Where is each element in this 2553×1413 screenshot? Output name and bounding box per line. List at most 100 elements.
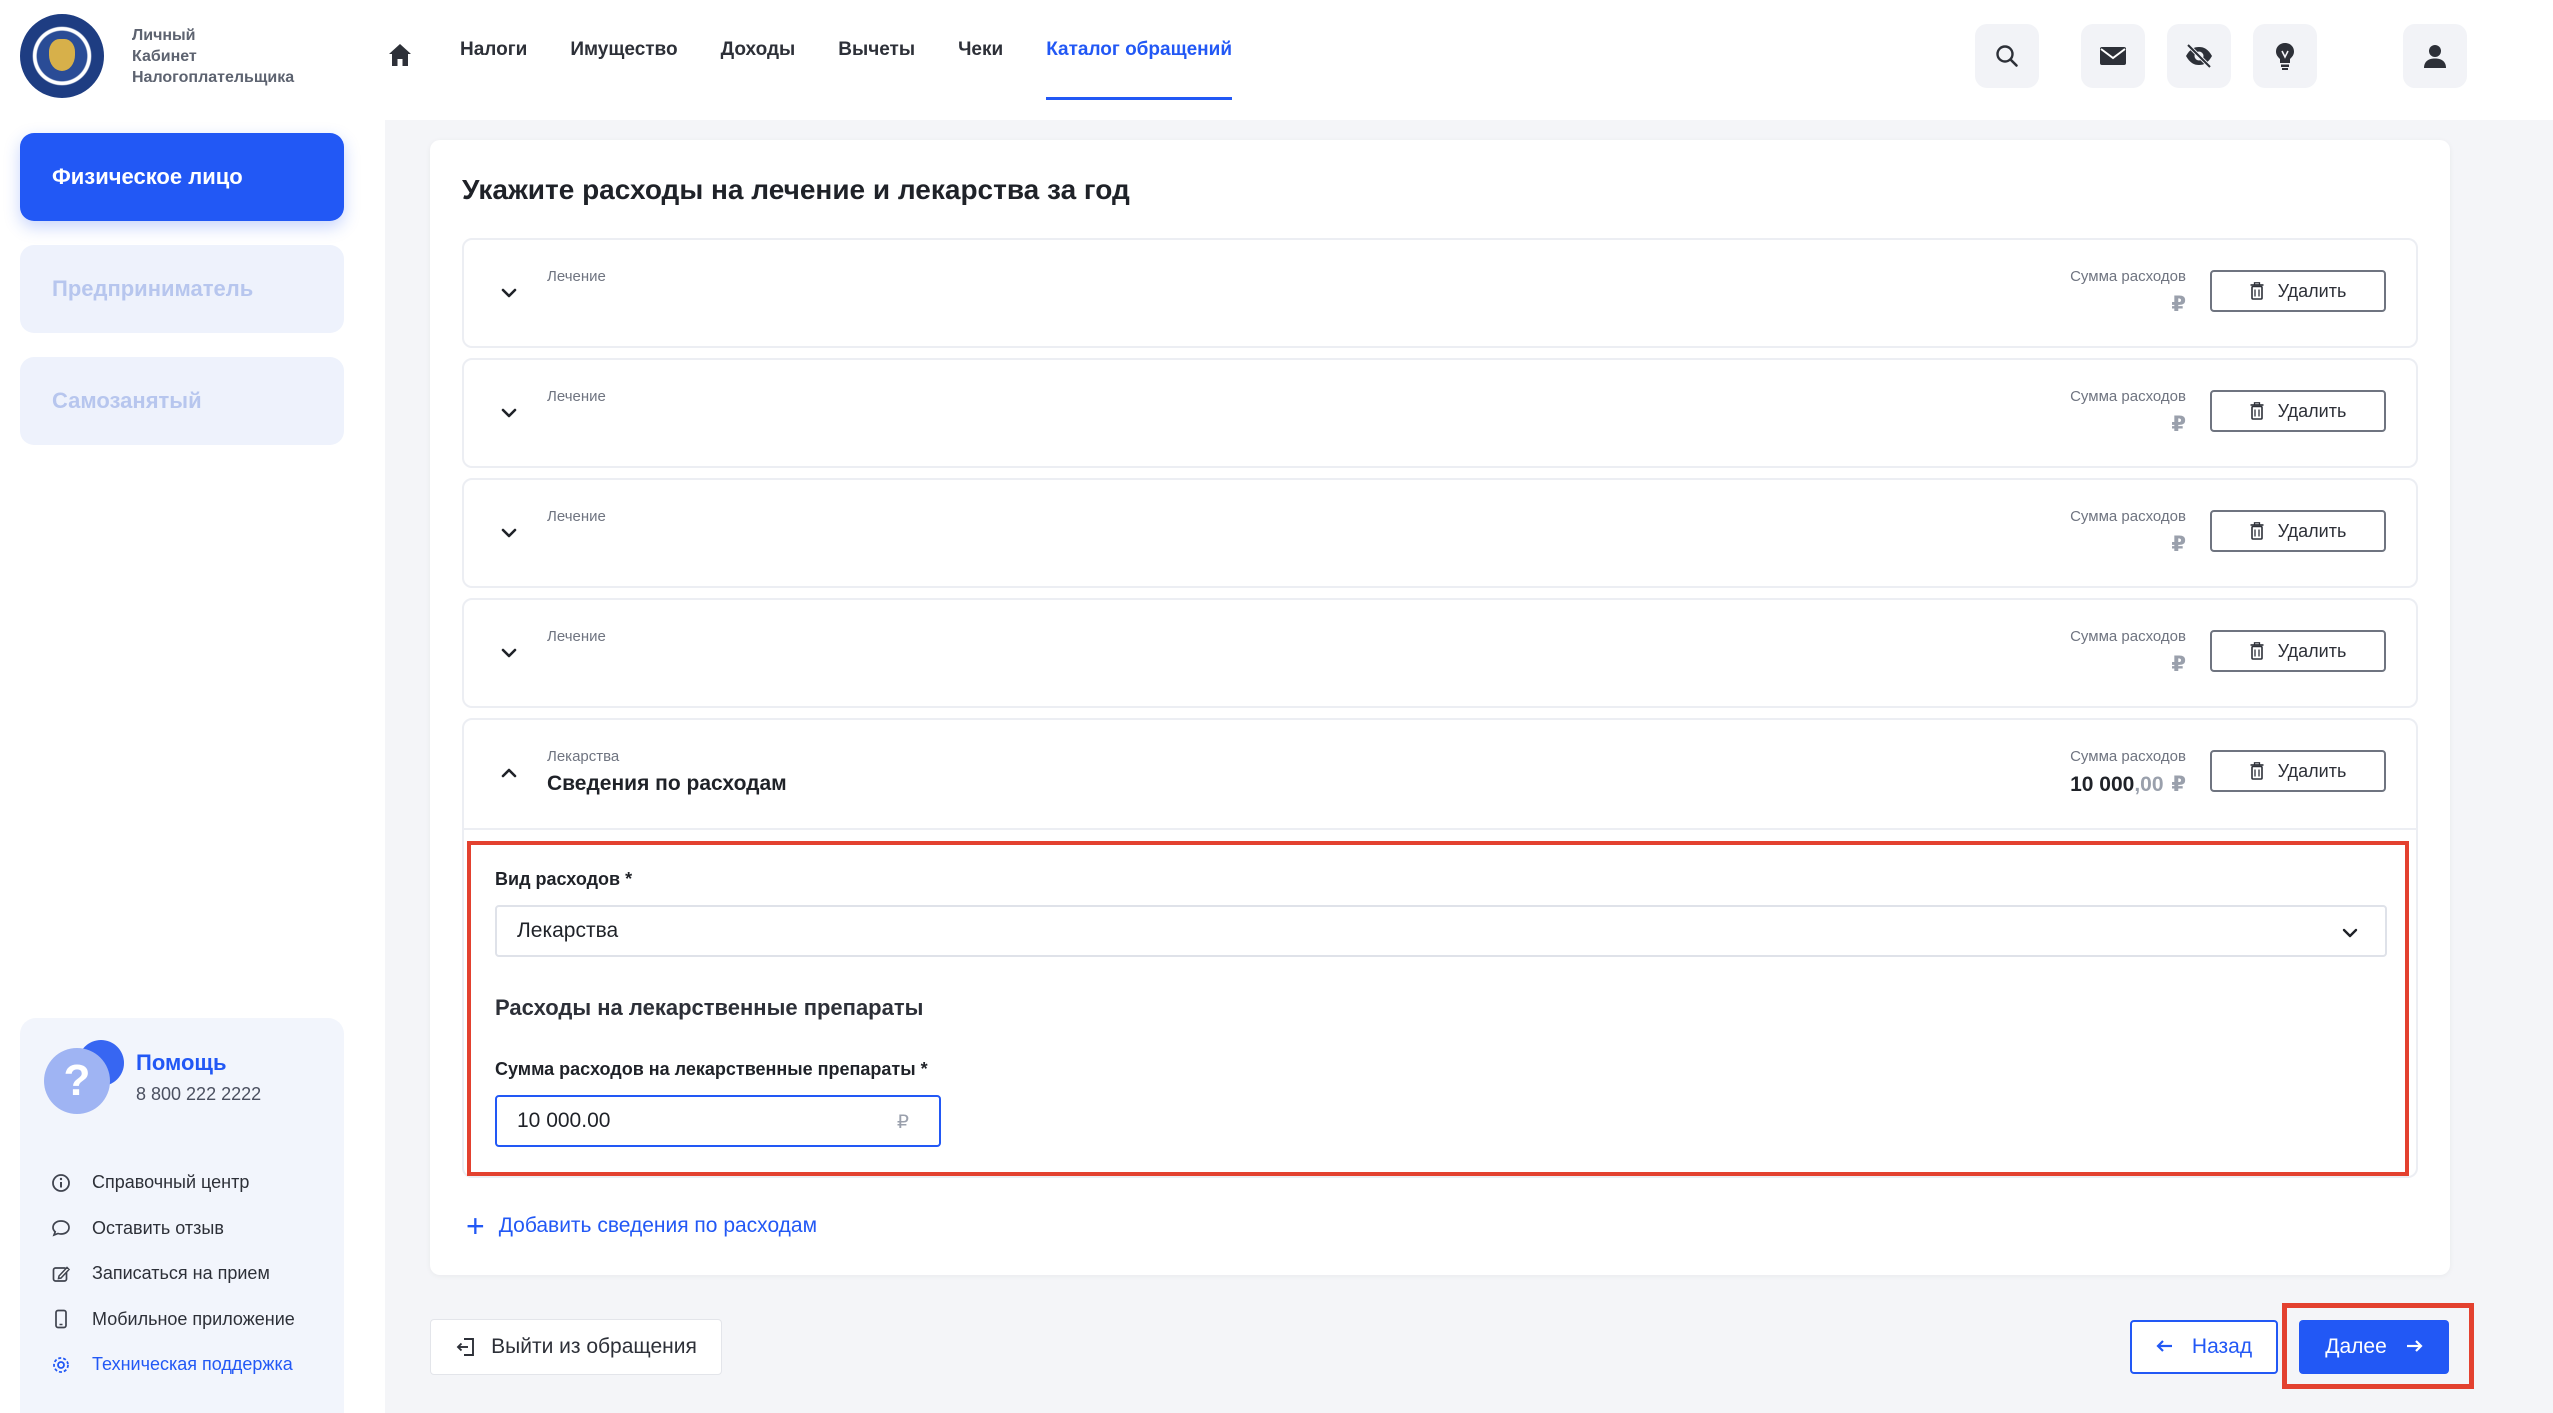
entry-sum-value: ₽ xyxy=(2171,653,2186,676)
main-menu: Налоги Имущество Доходы Вычеты Чеки Ката… xyxy=(460,0,1275,100)
brand-text: Личный Кабинет Налогоплательщика xyxy=(132,25,294,88)
home-icon[interactable] xyxy=(385,40,415,70)
help-link-reference-center[interactable]: Справочный центр xyxy=(50,1160,295,1206)
arrow-right-icon xyxy=(2405,1335,2423,1359)
chevron-down-icon[interactable] xyxy=(498,642,520,664)
help-link-label: Записаться на прием xyxy=(92,1263,270,1284)
lightbulb-icon[interactable] xyxy=(2253,24,2317,88)
amount-input[interactable]: 10 000.00 ₽ xyxy=(495,1095,941,1147)
top-navigation: Налоги Имущество Доходы Вычеты Чеки Ката… xyxy=(385,0,2553,120)
sidebar: Личный Кабинет Налогоплательщика Физичес… xyxy=(0,0,385,1413)
role-individual-button[interactable]: Физическое лицо xyxy=(20,133,344,221)
trash-icon xyxy=(2250,642,2264,660)
brand-line-2: Кабинет xyxy=(132,47,197,65)
entry-category: Лекарства xyxy=(547,748,620,765)
help-link-tech-support[interactable]: Техническая поддержка xyxy=(50,1342,295,1388)
entry-category: Лечение xyxy=(547,268,606,285)
nav-property[interactable]: Имущество xyxy=(570,0,677,100)
entry-sum-label: Сумма расходов xyxy=(2070,508,2186,525)
trash-icon xyxy=(2250,282,2264,300)
search-icon[interactable] xyxy=(1975,24,2039,88)
help-card: ? Помощь 8 800 222 2222 Справочный центр… xyxy=(20,1018,344,1413)
chevron-down-icon[interactable] xyxy=(498,522,520,544)
chat-icon xyxy=(50,1217,72,1239)
amount-value: 10 000.00 xyxy=(517,1109,611,1132)
nav-receipts[interactable]: Чеки xyxy=(958,0,1003,100)
fns-emblem-icon xyxy=(20,14,104,98)
delete-button[interactable]: Удалить xyxy=(2210,630,2386,672)
edit-icon xyxy=(50,1263,72,1285)
help-phone[interactable]: 8 800 222 2222 xyxy=(136,1084,261,1105)
chevron-down-icon[interactable] xyxy=(498,282,520,304)
expense-type-value: Лекарства xyxy=(517,919,619,942)
expense-entry-1: Лечение Сумма расходов ₽ Удалить xyxy=(462,238,2418,348)
help-link-label: Техническая поддержка xyxy=(92,1354,293,1375)
amount-label: Сумма расходов на лекарственные препарат… xyxy=(495,1059,928,1079)
section-title: Расходы на лекарственные препараты xyxy=(495,995,924,1020)
nav-taxes[interactable]: Налоги xyxy=(460,0,527,100)
trash-icon xyxy=(2250,402,2264,420)
role-selfemployed-button[interactable]: Самозанятый xyxy=(20,357,344,445)
arrow-left-icon xyxy=(2156,1335,2174,1359)
chevron-up-icon[interactable] xyxy=(498,762,520,784)
entry-divider xyxy=(464,828,2416,830)
add-expense-label: Добавить сведения по расходам xyxy=(498,1214,818,1237)
help-title[interactable]: Помощь xyxy=(136,1050,261,1076)
help-link-feedback[interactable]: Оставить отзыв xyxy=(50,1206,295,1252)
add-expense-link[interactable]: + Добавить сведения по расходам xyxy=(466,1210,817,1242)
user-icon[interactable] xyxy=(2403,24,2467,88)
entry-sum-label: Сумма расходов xyxy=(2070,748,2186,765)
entry-sum-value: 10 000,00 ₽ xyxy=(2070,773,2186,796)
expense-entry-4: Лечение Сумма расходов ₽ Удалить xyxy=(462,598,2418,708)
expenses-form-card: Укажите расходы на лечение и лекарства з… xyxy=(430,140,2450,1275)
help-link-mobile-app[interactable]: Мобильное приложение xyxy=(50,1297,295,1343)
info-icon xyxy=(50,1172,72,1194)
nav-icon-group xyxy=(1975,24,2467,88)
back-button[interactable]: Назад xyxy=(2130,1320,2278,1374)
expense-entry-2: Лечение Сумма расходов ₽ Удалить xyxy=(462,358,2418,468)
next-button[interactable]: Далее xyxy=(2299,1320,2449,1374)
exit-request-button[interactable]: Выйти из обращения xyxy=(430,1319,722,1375)
phone-icon xyxy=(50,1308,72,1330)
help-link-label: Оставить отзыв xyxy=(92,1217,224,1238)
expense-type-select[interactable]: Лекарства xyxy=(495,905,2387,957)
help-link-label: Справочный центр xyxy=(92,1172,250,1193)
brand-line-3: Налогоплательщика xyxy=(132,68,295,86)
help-link-label: Мобильное приложение xyxy=(92,1308,295,1329)
exit-icon xyxy=(456,1338,475,1356)
help-header: ? Помощь 8 800 222 2222 xyxy=(44,1040,261,1116)
help-question-icon: ? xyxy=(44,1040,136,1116)
logo[interactable]: Личный Кабинет Налогоплательщика xyxy=(20,14,294,98)
nav-deductions[interactable]: Вычеты xyxy=(838,0,915,100)
nav-income[interactable]: Доходы xyxy=(721,0,796,100)
entry-category: Лечение xyxy=(547,628,606,645)
ruble-sign: ₽ xyxy=(896,1112,909,1133)
entry-category: Лечение xyxy=(547,508,606,525)
delete-button[interactable]: Удалить xyxy=(2210,510,2386,552)
gear-icon xyxy=(50,1354,72,1376)
chevron-down-icon[interactable] xyxy=(498,402,520,424)
delete-button[interactable]: Удалить xyxy=(2210,750,2386,792)
entry-sum-value: ₽ xyxy=(2171,533,2186,556)
eye-off-icon[interactable] xyxy=(2167,24,2231,88)
entry-sum-label: Сумма расходов xyxy=(2070,388,2186,405)
delete-button[interactable]: Удалить xyxy=(2210,390,2386,432)
chevron-down-icon xyxy=(2339,922,2361,950)
help-link-appointment[interactable]: Записаться на прием xyxy=(50,1251,295,1297)
nav-requests-catalog[interactable]: Каталог обращений xyxy=(1046,0,1232,100)
mail-icon[interactable] xyxy=(2081,24,2145,88)
delete-button[interactable]: Удалить xyxy=(2210,270,2386,312)
entry-sum-value: ₽ xyxy=(2171,293,2186,316)
role-entrepreneur-button[interactable]: Предприниматель xyxy=(20,245,344,333)
entry-sum-value: ₽ xyxy=(2171,413,2186,436)
entry-name: Сведения по расходам xyxy=(547,772,787,795)
expense-details-form: Вид расходов * Лекарства Расходы на лека… xyxy=(467,841,2409,1176)
expense-type-label: Вид расходов * xyxy=(495,869,633,889)
page-title: Укажите расходы на лечение и лекарства з… xyxy=(462,174,1130,205)
entry-category: Лечение xyxy=(547,388,606,405)
trash-icon xyxy=(2250,762,2264,780)
entry-sum-label: Сумма расходов xyxy=(2070,268,2186,285)
entry-sum-label: Сумма расходов xyxy=(2070,628,2186,645)
plus-icon: + xyxy=(466,1208,485,1244)
trash-icon xyxy=(2250,522,2264,540)
